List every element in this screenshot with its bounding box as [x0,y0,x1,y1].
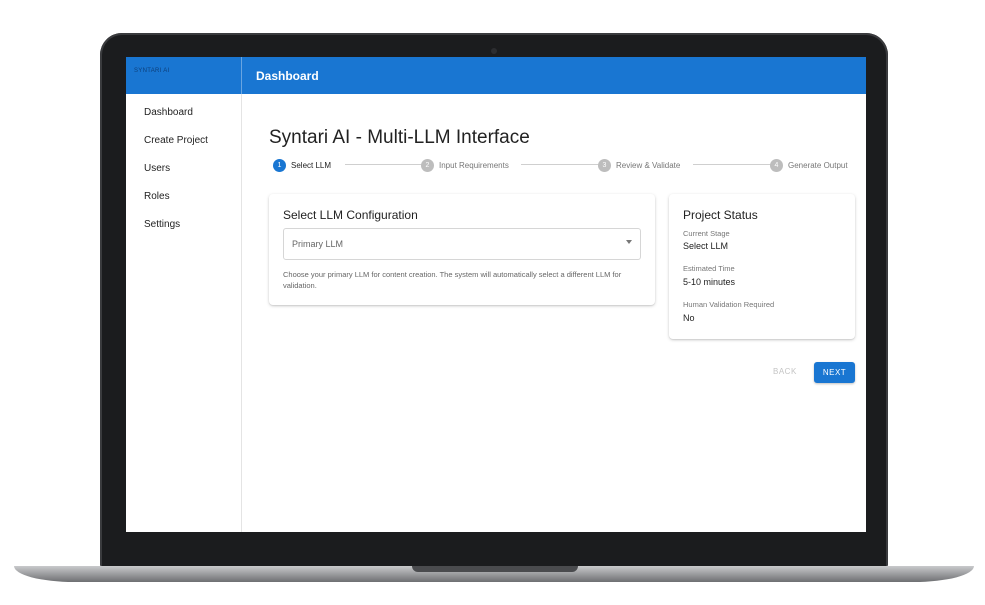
app-bar: SYNTARI AI Dashboard [126,57,866,94]
sidebar-item-roles[interactable]: Roles [126,190,241,218]
brand-logo[interactable]: SYNTARI AI [126,57,242,94]
step-number: 3 [598,158,611,172]
laptop-chin [102,532,886,566]
header-title: Dashboard [256,68,319,83]
step-connector [521,164,603,165]
back-button[interactable]: BACK [773,367,797,376]
sidebar-item-settings[interactable]: Settings [126,218,241,246]
step-connector [693,164,773,165]
step-label: Input Requirements [439,160,509,170]
next-button[interactable]: NEXT [814,362,855,383]
step-label: Generate Output [788,160,848,170]
laptop-base-notch [412,566,578,572]
step-number: 2 [421,158,434,172]
validation-value: No [683,313,695,323]
current-stage-label: Current Stage [683,229,730,238]
estimated-time-label: Estimated Time [683,264,735,273]
helper-text: Choose your primary LLM for content crea… [283,270,622,290]
main-content: Syntari AI - Multi-LLM Interface 1 Selec… [243,94,866,532]
step-number: 1 [273,158,286,172]
project-status-card: Project Status Current Stage Select LLM … [669,194,855,339]
brand-text: SYNTARI AI [134,68,170,74]
step-review-validate[interactable]: 3 Review & Validate [598,157,680,173]
sidebar: Dashboard Create Project Users Roles Set… [126,94,242,532]
stepper: 1 Select LLM 2 Input Requirements 3 Revi… [273,157,853,173]
camera-icon [491,48,497,54]
sidebar-item-dashboard[interactable]: Dashboard [126,106,241,134]
step-select-llm[interactable]: 1 Select LLM [273,157,331,173]
step-input-requirements[interactable]: 2 Input Requirements [421,157,509,173]
chevron-down-icon [626,240,632,244]
sidebar-item-users[interactable]: Users [126,162,241,190]
current-stage-value: Select LLM [683,241,729,251]
step-label: Review & Validate [616,160,681,170]
page-title: Syntari AI - Multi-LLM Interface [269,127,530,148]
step-number: 4 [770,158,783,172]
sidebar-item-create-project[interactable]: Create Project [126,134,241,162]
step-label: Select LLM [291,160,332,170]
screen: SYNTARI AI Dashboard Dashboard Create Pr… [126,57,866,532]
select-value: Primary LLM [292,239,344,249]
validation-label: Human Validation Required [683,300,775,309]
step-generate-output[interactable]: 4 Generate Output [770,157,848,173]
estimated-time-value: 5-10 minutes [683,277,736,287]
card-title: Project Status [683,208,758,222]
step-connector [345,164,423,165]
primary-llm-select[interactable]: Primary LLM [283,228,641,260]
card-title: Select LLM Configuration [283,208,418,222]
llm-config-card: Select LLM Configuration Primary LLM Cho… [269,194,655,305]
